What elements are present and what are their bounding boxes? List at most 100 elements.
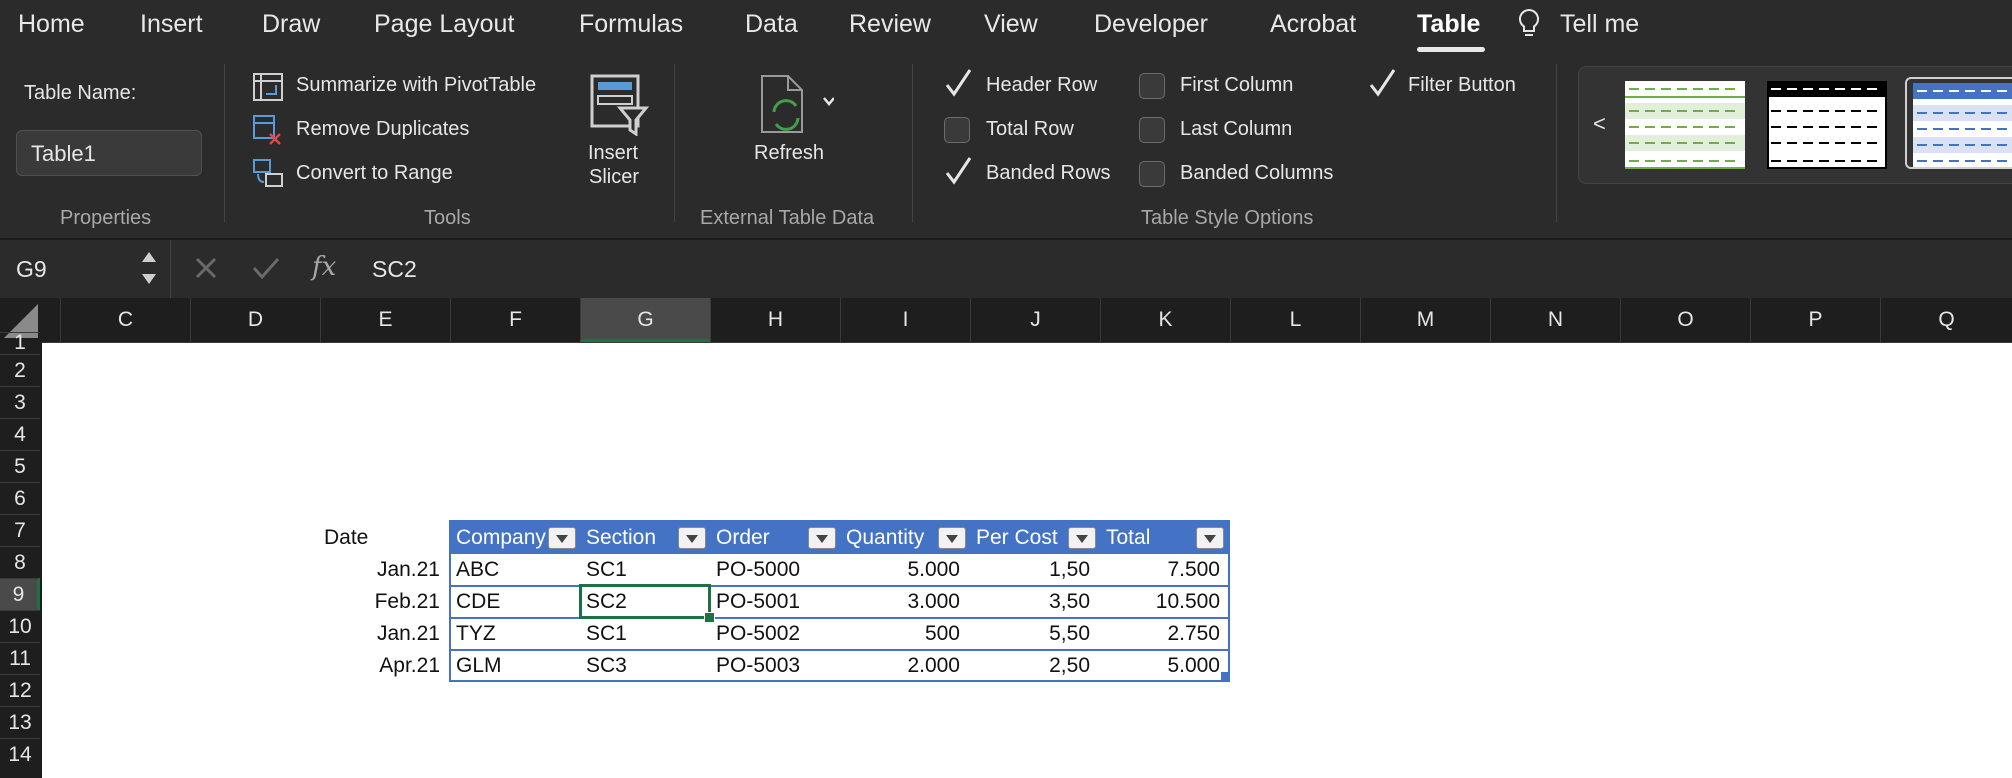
tab-insert[interactable]: Insert [140, 10, 203, 39]
date-cell-row11[interactable]: Apr.21 [320, 650, 450, 682]
tab-table[interactable]: Table [1417, 10, 1480, 39]
total-row-checkbox[interactable] [944, 117, 970, 143]
filter-dropdown-icon[interactable] [1068, 527, 1096, 549]
table-header-company[interactable]: Company [450, 522, 580, 554]
formula-input[interactable]: SC2 [372, 256, 417, 283]
column-header-n[interactable]: N [1490, 298, 1620, 342]
column-header-j[interactable]: J [970, 298, 1100, 342]
date-cell-row8[interactable]: Jan.21 [320, 554, 450, 586]
gallery-prev-button[interactable]: < [1593, 111, 1606, 137]
filter-dropdown-icon[interactable] [548, 527, 576, 549]
row-header-13[interactable]: 13 [0, 706, 40, 738]
table-header-total[interactable]: Total [1100, 522, 1228, 554]
column-header-d[interactable]: D [190, 298, 320, 342]
table-cell[interactable]: SC3 [580, 650, 710, 682]
tell-me-search[interactable]: Tell me [1560, 10, 1639, 39]
table-cell[interactable]: PO-5001 [710, 586, 840, 618]
table-cell[interactable]: 10.500 [1100, 586, 1230, 618]
table-style-black-dashed[interactable] [1767, 81, 1887, 169]
table-cell[interactable]: 5,50 [970, 618, 1100, 650]
row-header-9[interactable]: 9 [0, 578, 40, 610]
row-header-4[interactable]: 4 [0, 418, 40, 450]
table-cell[interactable]: SC1 [580, 554, 710, 586]
table-cell[interactable]: PO-5002 [710, 618, 840, 650]
tab-home[interactable]: Home [18, 10, 85, 39]
tab-developer[interactable]: Developer [1094, 10, 1208, 39]
table-name-input[interactable]: Table1 [16, 130, 202, 176]
table-cell[interactable]: 2.750 [1100, 618, 1230, 650]
column-header-p[interactable]: P [1750, 298, 1880, 342]
column-header-c[interactable]: C [60, 298, 190, 342]
date-cell-row10[interactable]: Jan.21 [320, 618, 450, 650]
date-cell-row9[interactable]: Feb.21 [320, 586, 450, 618]
header-row-checkbox[interactable] [944, 69, 972, 98]
table-cell[interactable]: 500 [840, 618, 970, 650]
table-style-blue-dashed-selected[interactable] [1905, 77, 2012, 169]
table-style-green-dashed[interactable] [1625, 81, 1745, 169]
table-resize-handle[interactable] [1221, 672, 1229, 680]
tab-page-layout[interactable]: Page Layout [374, 10, 514, 39]
tab-data[interactable]: Data [745, 10, 798, 39]
filter-button-checkbox[interactable] [1368, 69, 1396, 98]
table-cell[interactable]: ABC [450, 554, 580, 586]
name-box-stepper-icon[interactable] [140, 248, 158, 293]
table-cell[interactable]: 5.000 [1100, 650, 1230, 682]
row-header-1[interactable]: 1 [0, 332, 40, 354]
table-header-per-cost[interactable]: Per Cost [970, 522, 1100, 554]
row-header-6[interactable]: 6 [0, 482, 40, 514]
table-header-order[interactable]: Order [710, 522, 840, 554]
banded-rows-checkbox[interactable] [944, 157, 972, 186]
table-header-section[interactable]: Section [580, 522, 710, 554]
enter-check-icon[interactable] [252, 256, 280, 285]
tab-acrobat[interactable]: Acrobat [1270, 10, 1356, 39]
table-cell[interactable]: 5.000 [840, 554, 970, 586]
column-header-i[interactable]: I [840, 298, 970, 342]
table-cell[interactable]: 1,50 [970, 554, 1100, 586]
table-cell[interactable]: 2.000 [840, 650, 970, 682]
row-header-2[interactable]: 2 [0, 354, 40, 386]
tab-draw[interactable]: Draw [262, 10, 320, 39]
row-header-12[interactable]: 12 [0, 674, 40, 706]
filter-dropdown-icon[interactable] [1196, 527, 1224, 549]
table-cell[interactable]: PO-5000 [710, 554, 840, 586]
table-cell[interactable]: 7.500 [1100, 554, 1230, 586]
table-cell[interactable]: 3,50 [970, 586, 1100, 618]
filter-dropdown-icon[interactable] [808, 527, 836, 549]
table-cell[interactable]: CDE [450, 586, 580, 618]
fill-handle[interactable] [704, 612, 715, 623]
name-box[interactable]: G9 [16, 256, 47, 283]
row-header-7[interactable]: 7 [0, 514, 40, 546]
banded-columns-checkbox[interactable] [1139, 161, 1165, 187]
first-column-checkbox[interactable] [1139, 73, 1165, 99]
table-header-quantity[interactable]: Quantity [840, 522, 970, 554]
column-header-e[interactable]: E [320, 298, 450, 342]
filter-dropdown-icon[interactable] [678, 527, 706, 549]
row-header-14[interactable]: 14 [0, 738, 40, 770]
column-header-l[interactable]: L [1230, 298, 1360, 342]
row-header-8[interactable]: 8 [0, 546, 40, 578]
column-header-q[interactable]: Q [1880, 298, 2012, 342]
table-cell[interactable]: TYZ [450, 618, 580, 650]
tab-formulas[interactable]: Formulas [579, 10, 683, 39]
row-header-10[interactable]: 10 [0, 610, 40, 642]
last-column-checkbox[interactable] [1139, 117, 1165, 143]
tab-review[interactable]: Review [849, 10, 931, 39]
row-header-3[interactable]: 3 [0, 386, 40, 418]
column-header-h[interactable]: H [710, 298, 840, 342]
row-header-11[interactable]: 11 [0, 642, 40, 674]
cancel-icon[interactable] [194, 256, 218, 285]
table-cell[interactable]: SC1 [580, 618, 710, 650]
table-cell[interactable]: GLM [450, 650, 580, 682]
column-header-o[interactable]: O [1620, 298, 1750, 342]
lightbulb-icon[interactable] [1517, 8, 1541, 47]
filter-dropdown-icon[interactable] [938, 527, 966, 549]
column-header-g[interactable]: G [580, 298, 710, 342]
tab-view[interactable]: View [984, 10, 1038, 39]
row-header-5[interactable]: 5 [0, 450, 40, 482]
table-cell[interactable]: 3.000 [840, 586, 970, 618]
insert-function-icon[interactable]: fx [312, 252, 336, 282]
column-header-k[interactable]: K [1100, 298, 1230, 342]
column-header-f[interactable]: F [450, 298, 580, 342]
table-cell[interactable]: 2,50 [970, 650, 1100, 682]
column-header-m[interactable]: M [1360, 298, 1490, 342]
